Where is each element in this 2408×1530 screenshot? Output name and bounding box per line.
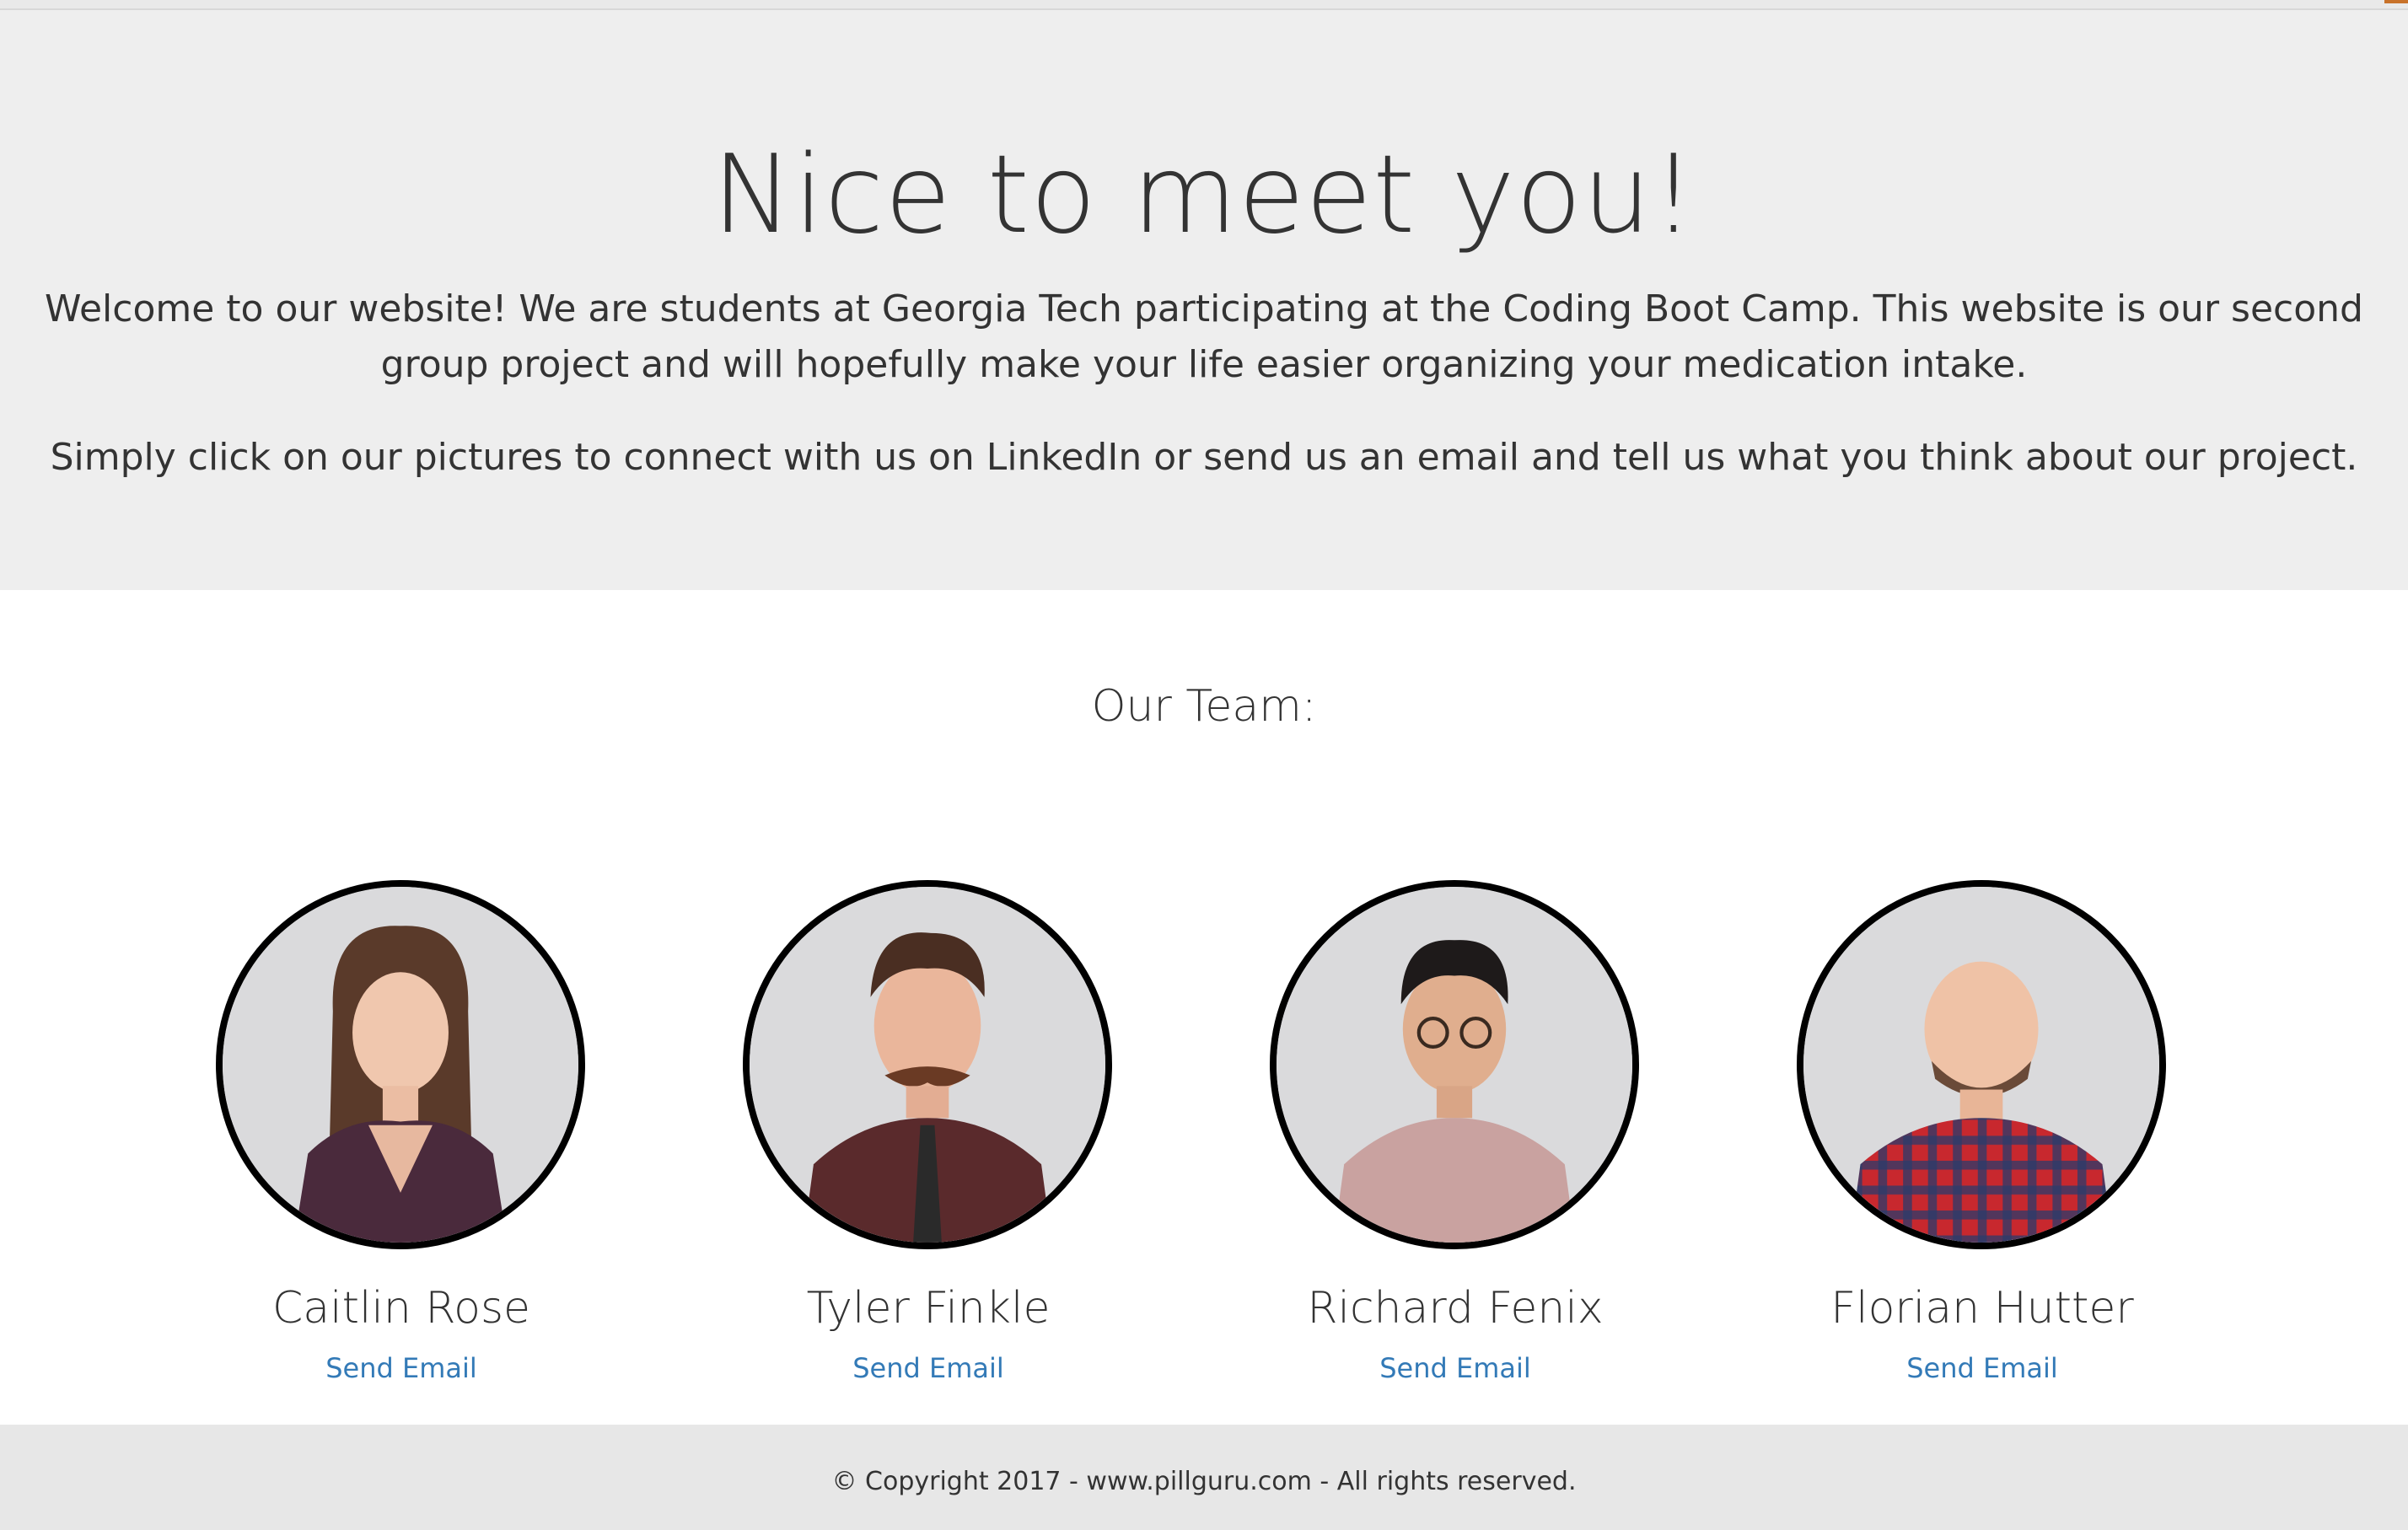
intro-jumbotron: Nice to meet you! Welcome to our website…: [0, 10, 2408, 590]
send-email-link[interactable]: Send Email: [148, 1352, 654, 1384]
corner-mark: [2384, 0, 2408, 3]
copyright-text: © Copyright 2017 - www.pillguru.com - Al…: [831, 1467, 1577, 1496]
member-photo: [750, 887, 1105, 1243]
member-name: Caitlin Rose: [271, 1283, 531, 1334]
member-name: Tyler Finkle: [806, 1283, 1051, 1334]
member-photo: [1803, 887, 2159, 1243]
member-photo: [223, 887, 578, 1243]
team-member-card: Richard Fenix Send Email: [1202, 880, 1708, 1403]
team-member-card: Caitlin Rose Send Email: [148, 880, 654, 1403]
send-email-link[interactable]: Send Email: [675, 1352, 1181, 1384]
team-member-card: Florian Hutter Send Email: [1729, 880, 2235, 1403]
page-title: Nice to meet you!: [712, 132, 1696, 258]
member-name: Richard Fenix: [1307, 1283, 1604, 1334]
footer: © Copyright 2017 - www.pillguru.com - Al…: [0, 1425, 2408, 1530]
member-photo-linkedin-link[interactable]: [743, 880, 1112, 1249]
member-photo: [1277, 887, 1632, 1243]
browser-top-edge: [0, 0, 2408, 10]
send-email-link[interactable]: Send Email: [1202, 1352, 1708, 1384]
team-member-card: Tyler Finkle Send Email: [675, 880, 1181, 1403]
welcome-paragraph: Welcome to our website! We are students …: [45, 287, 2363, 386]
send-email-link[interactable]: Send Email: [1729, 1352, 2235, 1384]
team-heading: Our Team:: [1091, 681, 1317, 732]
member-photo-linkedin-link[interactable]: [1270, 880, 1639, 1249]
connect-paragraph: Simply click on our pictures to connect …: [50, 436, 2358, 479]
member-name: Florian Hutter: [1830, 1283, 2134, 1334]
member-photo-linkedin-link[interactable]: [1797, 880, 2166, 1249]
member-photo-linkedin-link[interactable]: [216, 880, 585, 1249]
